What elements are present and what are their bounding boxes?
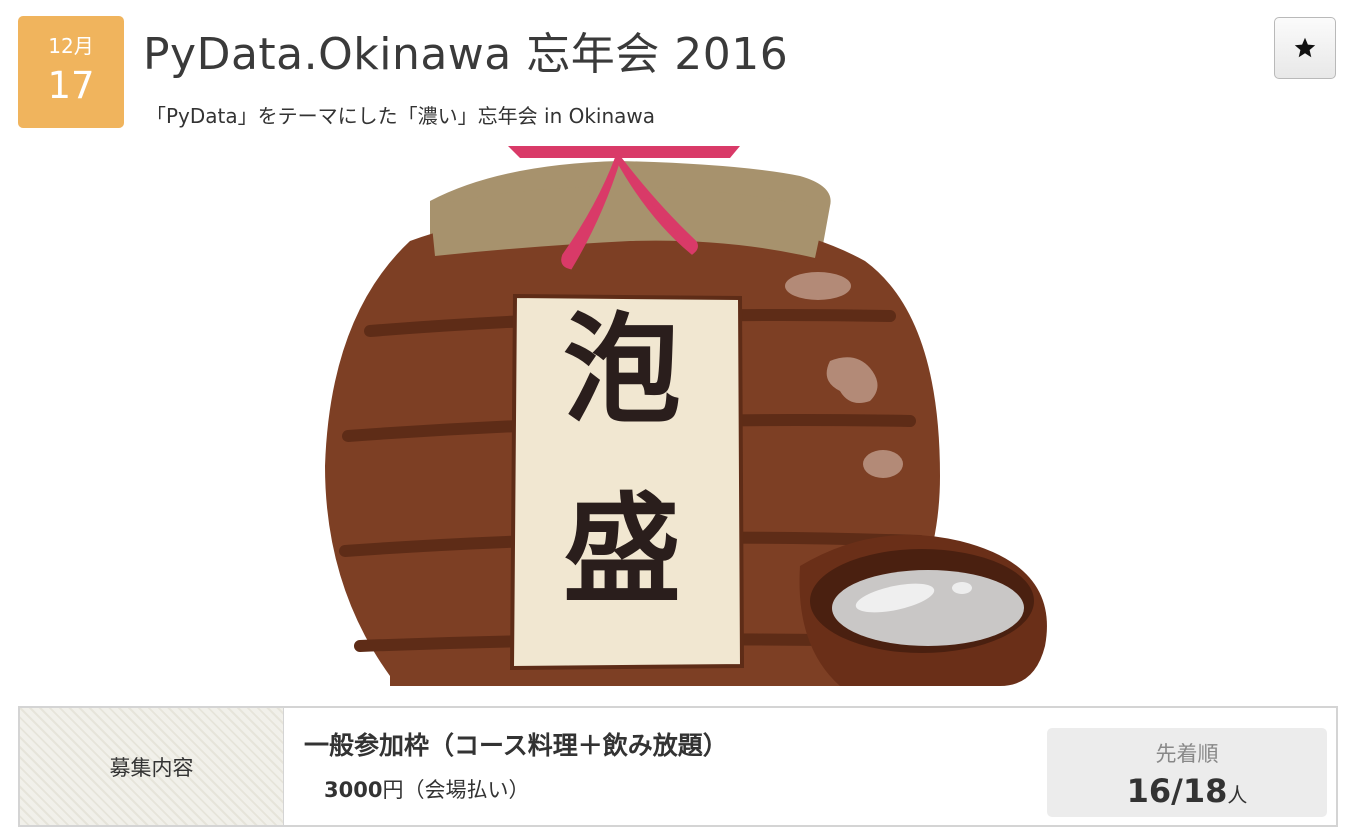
- ticket-price-amount: 3000: [324, 778, 383, 802]
- label-char-1: 泡: [562, 301, 681, 439]
- ticket-name: 一般参加枠（コース料理＋飲み放題）: [304, 731, 728, 760]
- quota-unit: 人: [1227, 783, 1248, 807]
- event-day: 17: [47, 64, 95, 107]
- label-char-2: 盛: [562, 481, 681, 619]
- quota-box: 先着順 16/18人: [1047, 728, 1327, 817]
- event-month: 12月: [48, 34, 94, 58]
- quota-type: 先着順: [1155, 742, 1219, 766]
- quota-separator: /: [1171, 772, 1183, 810]
- quota-count: 16/18人: [1047, 772, 1327, 810]
- event-title: PyData.Okinawa 忘年会 2016: [143, 29, 789, 80]
- bookmark-button[interactable]: [1274, 17, 1336, 79]
- event-date-badge: 12月 17: [18, 16, 124, 128]
- star-icon: [1294, 37, 1316, 58]
- quota-current: 16: [1126, 772, 1172, 810]
- recruitment-section: 募集内容 一般参加枠（コース料理＋飲み放題） 3000円（会場払い） 先着順 1…: [18, 706, 1338, 827]
- ticket-price-suffix: 円（会場払い）: [382, 778, 530, 802]
- event-hero-image: 泡 盛: [300, 146, 1060, 686]
- event-subtitle: 「PyData」をテーマにした「濃い」忘年会 in Okinawa: [146, 104, 656, 128]
- ticket-price: 3000円（会場払い）: [324, 774, 529, 804]
- quota-capacity: 18: [1182, 772, 1228, 810]
- recruitment-label: 募集内容: [20, 708, 284, 825]
